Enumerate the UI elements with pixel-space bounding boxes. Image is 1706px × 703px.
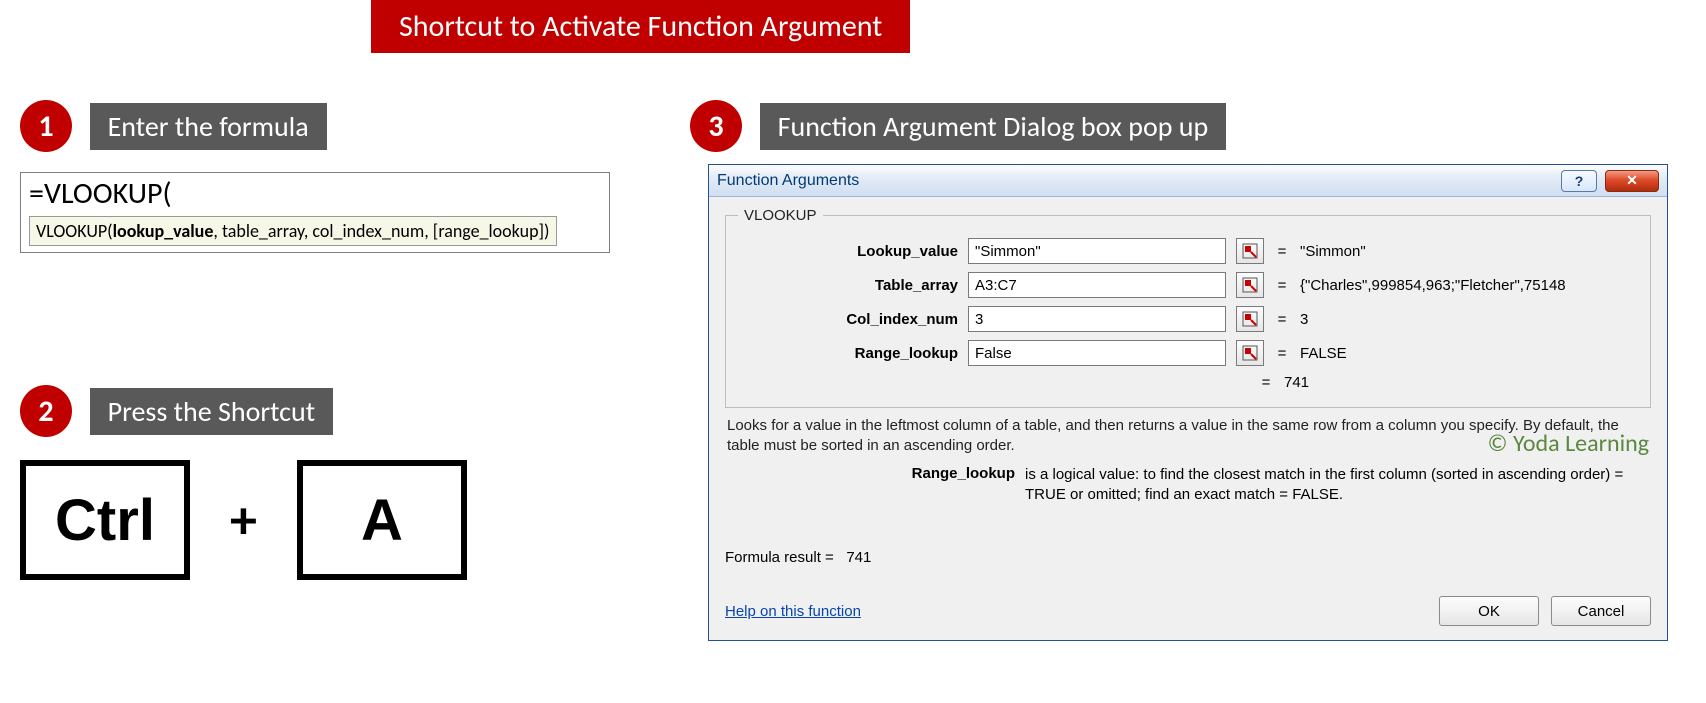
step-2-number: 2 bbox=[20, 385, 72, 437]
dialog-titlebar[interactable]: Function Arguments ? ✕ bbox=[709, 165, 1667, 197]
dialog-body: © Yoda Learning VLOOKUP Lookup_value = "… bbox=[709, 197, 1667, 640]
arg-input-lookup-value[interactable] bbox=[968, 238, 1226, 264]
arg-label: Table_array bbox=[738, 277, 958, 294]
formula-typed: =VLOOKUP( bbox=[29, 175, 601, 212]
tooltip-fn: VLOOKUP( bbox=[36, 220, 113, 242]
step-2-label: Press the Shortcut bbox=[90, 388, 333, 435]
equals-sign: = bbox=[1274, 345, 1290, 362]
arg-result: FALSE bbox=[1300, 345, 1638, 362]
function-fieldset: VLOOKUP Lookup_value = "Simmon" Table_ar… bbox=[725, 207, 1651, 408]
equals-sign: = bbox=[1258, 374, 1274, 391]
close-window-button[interactable]: ✕ bbox=[1605, 170, 1659, 192]
arg-input-range-lookup[interactable] bbox=[968, 340, 1226, 366]
arg-row-range-lookup: Range_lookup = FALSE bbox=[738, 340, 1638, 366]
plus-sign: + bbox=[230, 487, 257, 553]
formula-result-label: Formula result = bbox=[725, 549, 834, 566]
arg-label: Lookup_value bbox=[738, 243, 958, 260]
step-1: 1 Enter the formula bbox=[20, 100, 327, 152]
tooltip-current-arg: lookup_value bbox=[113, 220, 214, 242]
overall-result: 741 bbox=[1274, 374, 1309, 391]
step-2: 2 Press the Shortcut bbox=[20, 385, 333, 437]
range-selector-icon[interactable] bbox=[1236, 340, 1264, 366]
arg-label: Col_index_num bbox=[738, 311, 958, 328]
arg-result: 3 bbox=[1300, 311, 1638, 328]
formula-tooltip: VLOOKUP(lookup_value, table_array, col_i… bbox=[29, 216, 557, 246]
param-text: is a logical value: to find the closest … bbox=[1025, 465, 1651, 506]
arg-result: {"Charles",999854,963;"Fletcher",75148 bbox=[1300, 277, 1638, 294]
help-window-button[interactable]: ? bbox=[1561, 170, 1597, 192]
step-3-label: Function Argument Dialog box pop up bbox=[760, 103, 1227, 150]
formula-result-value: 741 bbox=[846, 549, 871, 566]
param-name: Range_lookup bbox=[725, 465, 1025, 506]
equals-sign: = bbox=[1274, 277, 1290, 294]
arg-row-col-index-num: Col_index_num = 3 bbox=[738, 306, 1638, 332]
param-description: Range_lookup is a logical value: to find… bbox=[725, 465, 1651, 506]
dialog-title: Function Arguments bbox=[717, 172, 859, 190]
ok-button[interactable]: OK bbox=[1439, 596, 1539, 626]
arg-row-lookup-value: Lookup_value = "Simmon" bbox=[738, 238, 1638, 264]
step-3-number: 3 bbox=[690, 100, 742, 152]
equals-sign: = bbox=[1274, 243, 1290, 260]
arg-input-table-array[interactable] bbox=[968, 272, 1226, 298]
step-3: 3 Function Argument Dialog box pop up bbox=[690, 100, 1226, 152]
shortcut-keys: Ctrl + A bbox=[20, 460, 467, 580]
function-description: Looks for a value in the leftmost column… bbox=[727, 416, 1649, 457]
help-link[interactable]: Help on this function bbox=[725, 603, 861, 620]
arg-label: Range_lookup bbox=[738, 345, 958, 362]
arg-result: "Simmon" bbox=[1300, 243, 1638, 260]
key-ctrl: Ctrl bbox=[20, 460, 190, 580]
formula-cell[interactable]: =VLOOKUP( VLOOKUP(lookup_value, table_ar… bbox=[20, 172, 610, 253]
key-a: A bbox=[297, 460, 467, 580]
arg-row-table-array: Table_array = {"Charles",999854,963;"Fle… bbox=[738, 272, 1638, 298]
formula-result-row: Formula result = 741 bbox=[725, 549, 1651, 566]
function-arguments-dialog: Function Arguments ? ✕ © Yoda Learning V… bbox=[708, 164, 1668, 641]
function-name: VLOOKUP bbox=[738, 207, 823, 224]
range-selector-icon[interactable] bbox=[1236, 272, 1264, 298]
tooltip-rest: , table_array, col_index_num, [range_loo… bbox=[213, 220, 549, 242]
cancel-button[interactable]: Cancel bbox=[1551, 596, 1651, 626]
step-1-number: 1 bbox=[20, 100, 72, 152]
range-selector-icon[interactable] bbox=[1236, 238, 1264, 264]
overall-result-row: = 741 bbox=[738, 374, 1638, 391]
title-banner: Shortcut to Activate Function Argument bbox=[371, 0, 910, 53]
dialog-footer: Help on this function OK Cancel bbox=[725, 596, 1651, 626]
step-1-label: Enter the formula bbox=[90, 103, 327, 150]
arg-input-col-index-num[interactable] bbox=[968, 306, 1226, 332]
range-selector-icon[interactable] bbox=[1236, 306, 1264, 332]
equals-sign: = bbox=[1274, 311, 1290, 328]
